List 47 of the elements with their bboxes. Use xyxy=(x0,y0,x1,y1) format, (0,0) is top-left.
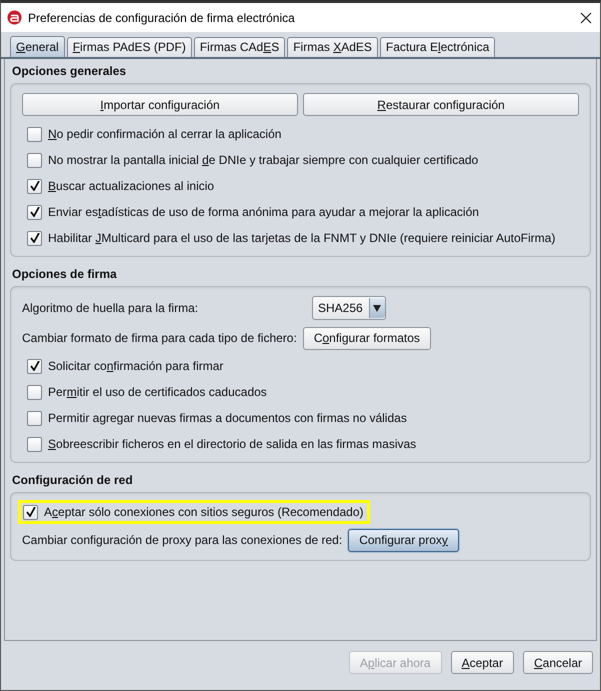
checkbox[interactable] xyxy=(27,436,42,452)
checkmark-icon xyxy=(30,361,40,371)
section-title: Opciones generales xyxy=(11,64,128,78)
field-label: Cambiar formato de firma para cada tipo de fichero: xyxy=(22,331,297,345)
checkbox-label[interactable]: No mostrar la pantalla inicial de DNIe y trabajar siempre con cualquier certificado xyxy=(48,153,478,167)
checkbox[interactable] xyxy=(27,152,42,168)
checkbox-label[interactable]: Sobreescribir ficheros en el directorio de salida en las firmas masivas xyxy=(48,437,416,451)
dropdown[interactable]: SHA256 xyxy=(312,296,386,320)
checkbox-label[interactable]: Enviar estadísticas de uso de forma anónima para ayudar a mejorar la aplicación xyxy=(48,205,479,219)
checkbox[interactable] xyxy=(27,178,42,194)
section-title: Opciones de firma xyxy=(11,267,118,281)
tab[interactable]: Factura Electrónica xyxy=(380,37,496,57)
checkbox[interactable] xyxy=(27,384,42,400)
checkbox-label[interactable]: Habilitar JMulticard para el uso de las tarjetas de la FNMT y DNIe (requiere reiniciar AutoFirma) xyxy=(48,231,556,245)
checkbox[interactable] xyxy=(27,126,42,142)
checkmark-icon xyxy=(30,233,40,243)
tab[interactable]: Firmas XAdES xyxy=(287,37,378,57)
field-label: Algoritmo de huella para la firma: xyxy=(22,301,200,315)
action-button[interactable]: Restaurar configuración xyxy=(303,93,579,116)
section-title: Configuración de red xyxy=(11,473,134,487)
checkbox[interactable] xyxy=(23,504,38,520)
dropdown-arrow-icon xyxy=(373,304,382,312)
tab[interactable]: Firmas PAdES (PDF) xyxy=(66,37,192,57)
field-label: Cambiar configuración de proxy para las conexiones de red: xyxy=(22,533,342,547)
checkbox[interactable] xyxy=(27,410,42,426)
checkbox[interactable] xyxy=(27,358,42,374)
tab[interactable]: Firmas CAdES xyxy=(194,37,286,57)
checkbox[interactable] xyxy=(27,204,42,220)
configure-button[interactable]: Configurar formatos xyxy=(302,326,431,350)
checkbox[interactable] xyxy=(27,230,42,246)
checkbox-label[interactable]: Aceptar sólo conexiones con sitios seguros (Recomendado) xyxy=(44,505,364,519)
tab[interactable]: General xyxy=(10,36,65,57)
dialog-button[interactable]: Cancelar xyxy=(522,651,593,674)
app-logo-icon xyxy=(7,10,22,25)
checkmark-icon xyxy=(26,507,36,517)
window-title: Preferencias de configuración de firma electrónica xyxy=(28,10,296,24)
checkbox-label[interactable]: Solicitar confirmación para firmar xyxy=(48,359,224,373)
checkmark-icon xyxy=(30,207,40,217)
action-button[interactable]: Importar configuración xyxy=(22,93,298,116)
configure-button[interactable]: Configurar proxy xyxy=(348,528,459,552)
dialog-button[interactable]: Aceptar xyxy=(450,651,514,674)
checkmark-icon xyxy=(30,181,40,191)
checkbox-label[interactable]: No pedir confirmación al cerrar la aplicación xyxy=(48,127,282,141)
checkbox-label[interactable]: Permitir el uso de certificados caducados xyxy=(48,385,267,399)
checkbox-label[interactable]: Buscar actualizaciones al inicio xyxy=(48,179,214,193)
checkbox-label[interactable]: Permitir agregar nuevas firmas a documentos con firmas no válidas xyxy=(48,411,407,425)
close-icon[interactable] xyxy=(580,12,592,24)
